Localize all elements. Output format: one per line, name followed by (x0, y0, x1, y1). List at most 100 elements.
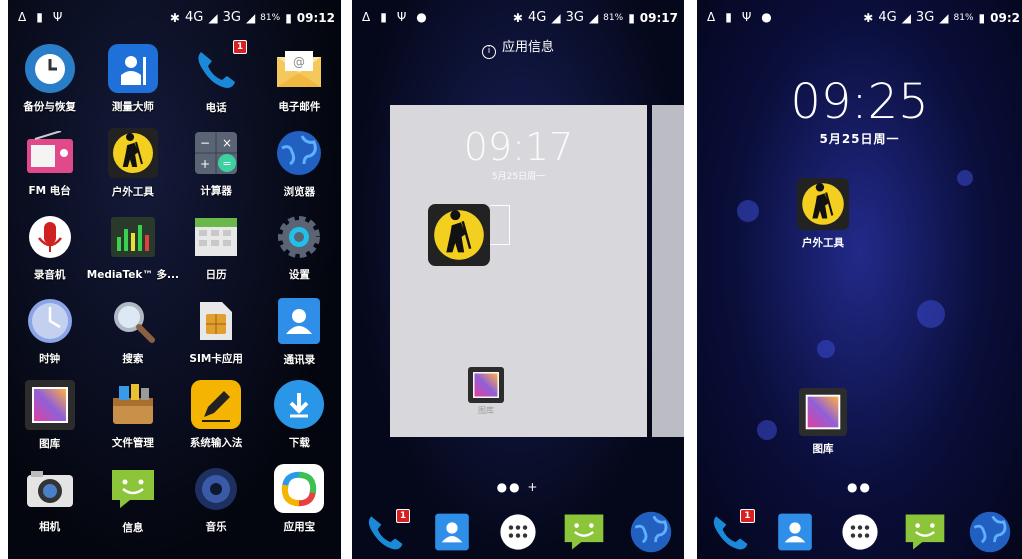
app-label: 系统输入法 (189, 437, 243, 449)
app-label: 备份与恢复 (23, 101, 76, 113)
home-screen: ᐃ ▮ Ψ ● ✱ 4G ◢ 3G ◢ 81% ▮ 09:2 09:25 5月2… (697, 0, 1022, 559)
app-music[interactable]: 音乐 (178, 464, 254, 534)
bluetooth-icon: ✱ (863, 10, 874, 25)
notification-badge: 1 (740, 509, 755, 523)
status-time: 09:17 (639, 10, 678, 25)
app-search[interactable]: 搜索 (95, 296, 171, 366)
app-label: MediaTek™ 多... (86, 269, 180, 281)
globe-icon (274, 128, 324, 178)
radio-icon (25, 128, 75, 177)
hiker-icon[interactable] (428, 204, 490, 266)
magnifier-icon (108, 296, 158, 345)
app-label: 音乐 (205, 521, 227, 533)
status-bar: ᐃ ▮ Ψ ● ✱ 4G ◢ 3G ◢ 81% ▮ 09:17 (352, 10, 684, 28)
app-grid: 备份与恢复 测量大师 1 电话 @ 电子邮件 FM 电台 户外工具 − × + … (8, 40, 341, 534)
app-calculator[interactable]: − × + = 计算器 (178, 128, 254, 198)
app-label: 测量大师 (111, 101, 154, 113)
app-label: 电话 (205, 102, 227, 114)
homescreen-preview[interactable]: 09:17 5月25日周一 图库 (390, 105, 647, 437)
app-clock[interactable]: 时钟 (12, 296, 88, 366)
preview-gallery-label: 图库 (478, 406, 494, 415)
app-settings[interactable]: 设置 (261, 212, 337, 282)
messaging-icon (108, 464, 158, 514)
app-drawer-icon (841, 514, 878, 550)
gallery-icon (799, 388, 847, 436)
dock-contacts[interactable] (772, 509, 818, 555)
app-label: 应用宝 (283, 521, 316, 533)
email-icon: @ (274, 44, 324, 93)
home-app-gallery[interactable]: 图库 (799, 388, 847, 456)
phone-icon: 1 (191, 40, 248, 94)
android-icon: ● (761, 10, 772, 24)
network-3g: 3G (222, 10, 241, 25)
app-store[interactable]: 应用宝 (261, 464, 337, 534)
signal-icon: ◢ (901, 10, 911, 25)
app-messaging[interactable]: 信息 (95, 464, 171, 534)
dock-phone[interactable]: 1 (707, 509, 755, 555)
toolbox-icon (108, 380, 158, 429)
app-download[interactable]: 下载 (261, 380, 337, 450)
wallpaper-star (817, 340, 835, 358)
app-outdoor-tools[interactable]: 户外工具 (95, 128, 171, 198)
info-icon: i (481, 45, 496, 59)
usb-debug-icon: ᐃ (362, 10, 371, 24)
app-mediatek[interactable]: MediaTek™ 多... (87, 212, 179, 282)
app-label: 计算器 (200, 185, 232, 197)
app-camera[interactable]: 相机 (12, 464, 88, 534)
app-gallery[interactable]: 图库 (12, 380, 88, 450)
app-surveyor[interactable]: 测量大师 (95, 44, 171, 114)
app-fm-radio[interactable]: FM 电台 (12, 128, 88, 198)
app-sim-toolkit[interactable]: SIM卡应用 (178, 296, 254, 366)
dock-phone[interactable]: 1 (362, 509, 411, 555)
app-drawer-icon (500, 514, 536, 550)
battery-icon: ▮ (285, 10, 292, 25)
next-page-preview[interactable] (652, 105, 684, 437)
svg-text:=: = (223, 157, 232, 170)
app-calendar[interactable]: 日历 (178, 212, 254, 282)
dock-browser[interactable] (967, 509, 1013, 555)
svg-text:−: − (200, 136, 210, 150)
app-email[interactable]: @ 电子邮件 (261, 44, 337, 114)
globe-icon (629, 510, 673, 554)
app-file-manager[interactable]: 文件管理 (95, 380, 171, 450)
app-recorder[interactable]: 录音机 (12, 212, 88, 282)
sd-card-icon: ▮ (380, 10, 387, 24)
usb-debug-icon: ᐃ (707, 10, 716, 24)
surveyor-icon (107, 44, 158, 93)
app-input-method[interactable]: 系统输入法 (178, 380, 254, 450)
app-browser[interactable]: 浏览器 (261, 128, 337, 198)
notification-badge: 1 (395, 509, 411, 523)
sd-card-icon: ▮ (725, 10, 732, 24)
contacts-icon (274, 296, 324, 346)
app-contacts[interactable]: 通讯录 (261, 296, 337, 366)
app-info-drop-target[interactable]: i 应用信息 (352, 36, 684, 59)
dock: 1 (352, 509, 684, 555)
equalizer-icon (108, 212, 158, 261)
dock-app-drawer[interactable] (837, 509, 883, 555)
app-backup[interactable]: 备份与恢复 (12, 44, 88, 114)
speaker-icon (191, 464, 241, 513)
gallery-icon (468, 367, 504, 403)
dock-browser[interactable] (628, 509, 674, 555)
download-icon (274, 380, 325, 429)
wallpaper-star (957, 170, 973, 186)
dock-contacts[interactable] (429, 509, 475, 555)
app-phone[interactable]: 1 电话 (178, 40, 254, 114)
app-label: 搜索 (122, 353, 144, 365)
clock-widget[interactable]: 09:25 (697, 74, 1022, 130)
home-app-outdoor-tools[interactable]: 户外工具 (797, 178, 849, 250)
usb-debug-icon: ᐃ (18, 10, 27, 24)
hiker-icon (107, 128, 158, 178)
gallery-icon (24, 380, 75, 430)
android-icon: ● (416, 10, 427, 24)
hiker-icon (797, 178, 849, 230)
dock-messaging[interactable] (561, 509, 607, 555)
date-widget: 5月25日周一 (819, 132, 900, 146)
globe-icon (967, 510, 1012, 554)
dock-app-drawer[interactable] (495, 509, 541, 555)
app-label: 设置 (288, 269, 310, 281)
signal-icon: ◢ (245, 10, 256, 25)
dock-messaging[interactable] (902, 509, 948, 555)
svg-text:@: @ (293, 55, 305, 69)
microphone-icon (25, 212, 75, 261)
